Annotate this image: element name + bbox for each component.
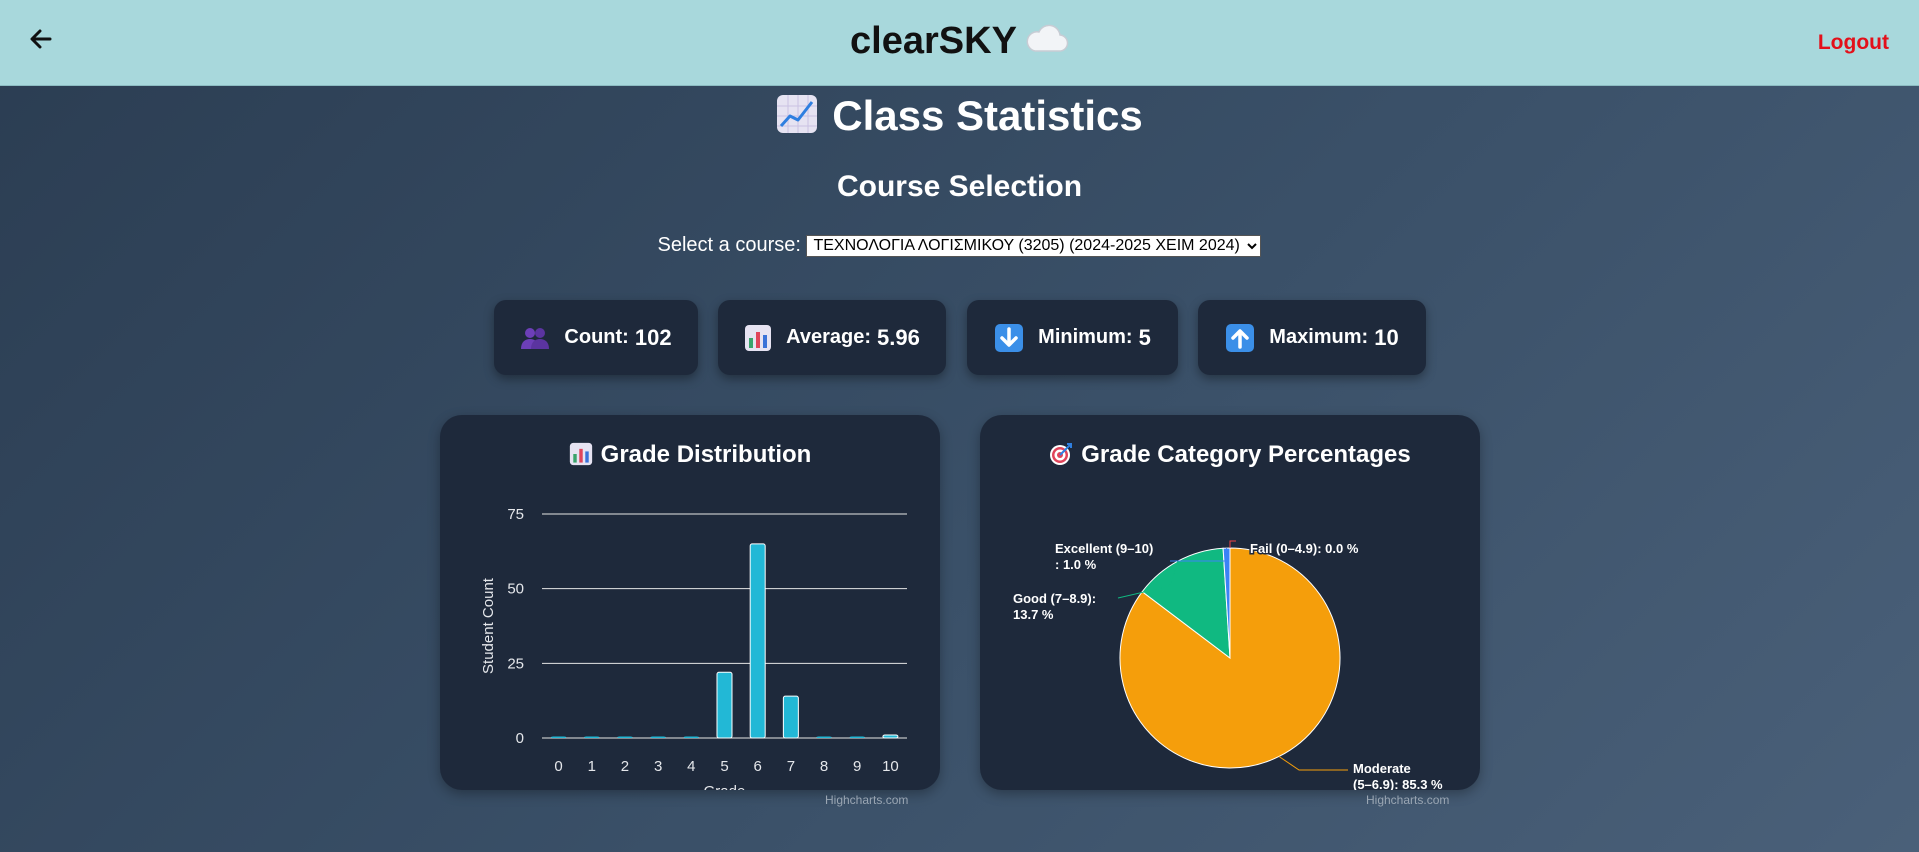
bar-chart-icon (744, 324, 772, 352)
x-tick-label: 5 (720, 758, 728, 775)
stat-average-card: Average: 5.96 (718, 300, 946, 375)
x-tick-label: 7 (787, 758, 795, 775)
x-tick-label: 9 (853, 758, 861, 775)
grade-distribution-title: Grade Distribution (440, 441, 940, 473)
top-bar: clearSKY Logout (0, 0, 1919, 86)
pie-connector (1278, 756, 1348, 771)
page-title-text: Class Statistics (832, 92, 1143, 139)
grade-distribution-card: Grade Distribution 0 25 50 75 0 1 2 3 4 5 6 7 8 9 10 Gr… (440, 415, 940, 790)
x-tick-label: 2 (621, 758, 629, 775)
bar (716, 671, 733, 739)
bar (617, 736, 633, 738)
x-tick-label: 4 (687, 758, 695, 775)
stat-count-value: 102 (634, 324, 672, 350)
grade-category-chart: Fail (0–4.9): 0.0 % Excellent (9–10): 1.0… (1012, 540, 1445, 791)
course-select-label: Select a course: (657, 234, 801, 256)
stat-minimum-label: Minimum: (1038, 326, 1133, 348)
bar (683, 736, 699, 738)
bar (816, 736, 832, 738)
grade-distribution-title-text: Grade Distribution (600, 441, 812, 468)
logout-link[interactable]: Logout (1818, 31, 1889, 55)
pie-data-label: Fail (0–4.9): 0.0 % (1250, 541, 1359, 556)
x-tick-label: 0 (554, 758, 562, 775)
stat-maximum-value: 10 (1374, 324, 1399, 350)
y-axis-label: Student Count (480, 577, 497, 674)
stat-minimum-card: Minimum: 5 (967, 300, 1178, 375)
x-tick-label: 3 (654, 758, 662, 775)
x-tick-label: 10 (882, 758, 899, 775)
grade-category-title-text: Grade Category Percentages (1081, 441, 1411, 468)
bar (650, 736, 666, 738)
grade-category-title: Grade Category Percentages (980, 441, 1480, 473)
bar (849, 736, 865, 738)
pie-data-label: (5–6.9): 85.3 % (1353, 777, 1443, 790)
course-select[interactable]: ΤΕΧΝΟΛΟΓΙΑ ΛΟΓΙΣΜΙΚΟΥ (3205) (2024-2025 … (806, 234, 1262, 257)
bar (551, 736, 567, 738)
down-arrow-icon (994, 323, 1024, 353)
pie-data-label: Excellent (9–10) (1055, 541, 1153, 556)
bar (749, 543, 766, 739)
cloud-icon (1023, 21, 1069, 65)
stat-minimum-value: 5 (1138, 324, 1151, 350)
chart-credits-link[interactable]: Highcharts.com (1366, 793, 1449, 807)
stat-count-card: Count: 102 (494, 300, 698, 375)
bar (782, 695, 799, 739)
pie-data-label: 13.7 % (1013, 607, 1054, 622)
y-tick-label: 0 (516, 730, 524, 747)
course-selection-title: Course Selection (836, 170, 1083, 203)
page-title: Class Statistics (0, 92, 1919, 144)
brand-title: clearSKY (850, 20, 1017, 62)
x-axis-label: Grade (704, 783, 746, 790)
x-tick-label: 1 (588, 758, 596, 775)
pie-data-label: Good (7–8.9): (1013, 591, 1096, 606)
stat-maximum-card: Maximum: 10 (1198, 300, 1426, 375)
stat-maximum-label: Maximum: (1269, 326, 1369, 348)
trend-chart-icon (776, 94, 818, 144)
target-icon (1049, 442, 1073, 473)
bar-chart-icon (569, 442, 593, 473)
x-tick-label: 6 (754, 758, 762, 775)
grade-category-card: Grade Category Percentages Fail (0–4.9):… (980, 415, 1480, 790)
users-icon (520, 325, 550, 351)
pie-data-label: Moderate (1353, 761, 1411, 776)
pie-data-label: : 1.0 % (1055, 557, 1097, 572)
y-tick-label: 75 (507, 506, 524, 523)
chart-credits-link[interactable]: Highcharts.com (825, 793, 908, 807)
bar (584, 736, 600, 738)
bar (882, 734, 899, 739)
up-arrow-icon (1225, 323, 1255, 353)
course-select-row: Select a course: ΤΕΧΝΟΛΟΓΙΑ ΛΟΓΙΣΜΙΚΟΥ (… (0, 234, 1919, 257)
y-tick-label: 50 (507, 581, 524, 598)
x-tick-label: 8 (820, 758, 828, 775)
stat-average-label: Average: (786, 326, 872, 348)
stat-count-label: Count: (564, 326, 629, 348)
pie-connector (1229, 540, 1236, 548)
stat-average-value: 5.96 (877, 324, 920, 350)
y-tick-label: 25 (507, 655, 524, 672)
grade-distribution-chart: 0 25 50 75 0 1 2 3 4 5 6 7 8 9 10 Grade Student Count (480, 506, 907, 790)
app-brand: clearSKY (0, 20, 1919, 65)
